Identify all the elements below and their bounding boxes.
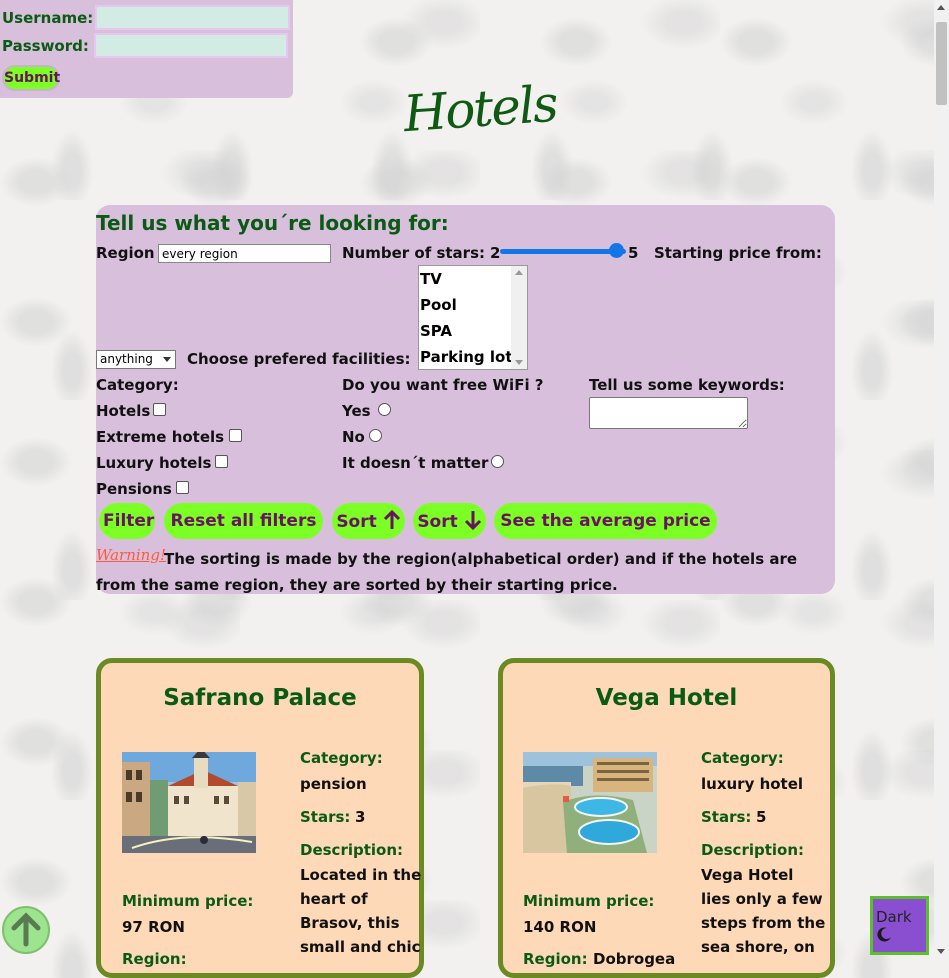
price-select-value: anything bbox=[100, 352, 153, 366]
stars-value: 5 bbox=[756, 808, 767, 826]
keywords-label: Tell us some keywords: bbox=[589, 376, 785, 394]
wifi-option-label: It doesn´t matter bbox=[342, 454, 489, 472]
scroll-down-arrow-icon[interactable] bbox=[937, 949, 945, 954]
keywords-textarea[interactable] bbox=[589, 397, 748, 429]
wifi-label: Do you want free WiFi ? bbox=[342, 376, 544, 394]
dark-mode-label: Dark bbox=[876, 907, 912, 926]
chevron-down-icon bbox=[163, 357, 171, 362]
hotels-checkbox[interactable] bbox=[153, 403, 166, 416]
stars-label: Stars: bbox=[701, 808, 752, 826]
region-value: Dobrogea bbox=[593, 950, 676, 968]
sort-ascending-label: Sort bbox=[336, 512, 377, 532]
facilities-listbox[interactable]: TV Pool SPA Parking lot bbox=[418, 265, 528, 370]
listbox-scrollbar[interactable] bbox=[511, 266, 527, 369]
hotel-photo bbox=[523, 752, 657, 853]
arrow-down-icon bbox=[464, 511, 481, 531]
filter-heading: Tell us what you´re looking for: bbox=[96, 211, 449, 235]
min-price-value: 97 RON bbox=[122, 918, 185, 936]
submit-button[interactable]: Submit bbox=[2, 65, 60, 91]
dark-mode-button[interactable]: Dark bbox=[870, 896, 929, 955]
stars-label: Number of stars: bbox=[342, 244, 485, 262]
average-price-button[interactable]: See the average price bbox=[494, 503, 717, 539]
facilities-label: Choose prefered facilities: bbox=[187, 350, 411, 368]
price-label: Starting price from: bbox=[654, 244, 822, 262]
region-input[interactable] bbox=[158, 244, 331, 263]
scroll-to-top-button[interactable] bbox=[2, 906, 50, 954]
extreme-hotels-checkbox[interactable] bbox=[229, 429, 242, 442]
description-label: Description: bbox=[701, 841, 805, 859]
price-select[interactable]: anything bbox=[96, 350, 176, 369]
pensions-checkbox[interactable] bbox=[176, 481, 189, 494]
luxury-hotels-checkbox[interactable] bbox=[215, 455, 228, 468]
hotel-name: Vega Hotel bbox=[595, 685, 738, 711]
scroll-up-arrow-icon[interactable] bbox=[515, 270, 523, 275]
region-label: Region: bbox=[122, 950, 187, 968]
sort-descending-label: Sort bbox=[417, 512, 458, 532]
stars-max-value: 5 bbox=[628, 244, 639, 262]
slider-thumb[interactable] bbox=[608, 243, 624, 258]
password-input[interactable] bbox=[94, 33, 288, 58]
hotel-name: Safrano Palace bbox=[163, 685, 357, 711]
description-text: Located in the heart of Brasov, this sma… bbox=[300, 866, 422, 956]
hotel-card: Safrano Palace Category: pension Stars: … bbox=[96, 658, 424, 978]
page-scrollbar[interactable] bbox=[934, 0, 949, 959]
warning-text: The sorting is made by the region(alphab… bbox=[96, 550, 798, 594]
scrollbar-thumb[interactable] bbox=[936, 22, 947, 105]
sort-ascending-button[interactable]: Sort bbox=[332, 503, 405, 539]
wifi-no-radio[interactable] bbox=[369, 429, 382, 442]
category-label: Category: bbox=[96, 376, 179, 394]
category-option-label: Luxury hotels bbox=[96, 454, 212, 472]
slider-track bbox=[500, 249, 626, 254]
wifi-yes-radio[interactable] bbox=[378, 403, 391, 416]
wifi-option-label: No bbox=[342, 428, 365, 446]
category-option-label: Hotels bbox=[96, 402, 151, 420]
category-value: pension bbox=[300, 775, 367, 793]
category-value: luxury hotel bbox=[701, 775, 804, 793]
category-label: Category: bbox=[701, 749, 784, 767]
category-option-label: Extreme hotels bbox=[96, 428, 225, 446]
scroll-down-arrow-icon[interactable] bbox=[515, 360, 523, 365]
stars-slider[interactable] bbox=[500, 243, 626, 259]
stars-value: 3 bbox=[355, 808, 366, 826]
category-option-label: Pensions bbox=[96, 480, 172, 498]
wifi-option-label: Yes bbox=[342, 402, 371, 420]
username-input[interactable] bbox=[95, 5, 290, 30]
password-label: Password: bbox=[2, 37, 89, 55]
reset-filters-button[interactable]: Reset all filters bbox=[164, 503, 323, 539]
category-label: Category: bbox=[300, 749, 383, 767]
description-label: Description: bbox=[300, 841, 404, 859]
filter-button[interactable]: Filter bbox=[99, 503, 155, 539]
description-text: Vega Hotel lies only a few steps from th… bbox=[701, 866, 826, 956]
stars-label: Stars: bbox=[300, 808, 351, 826]
min-price-label: Minimum price: bbox=[523, 892, 655, 910]
arrow-up-icon bbox=[11, 912, 41, 947]
min-price-label: Minimum price: bbox=[122, 892, 254, 910]
sort-descending-button[interactable]: Sort bbox=[413, 503, 486, 539]
moon-icon bbox=[877, 927, 891, 942]
wifi-doesnt-matter-radio[interactable] bbox=[491, 455, 504, 468]
page-title: Hotels bbox=[401, 74, 559, 144]
username-label: Username: bbox=[2, 9, 94, 27]
region-label: Region: bbox=[523, 950, 588, 968]
arrow-up-icon bbox=[383, 509, 400, 529]
filter-panel: Tell us what you´re looking for: Region … bbox=[96, 205, 835, 594]
hotel-photo bbox=[122, 752, 256, 853]
login-panel: Username: Password: Submit bbox=[0, 0, 293, 98]
region-label: Region bbox=[96, 244, 155, 262]
min-price-value: 140 RON bbox=[523, 918, 597, 936]
hotel-card: Vega Hotel Category: luxury hotel Stars:… bbox=[498, 658, 835, 978]
warning-label: Warning! bbox=[96, 546, 166, 564]
stars-min-value: 2 bbox=[490, 244, 501, 262]
scroll-up-arrow-icon[interactable] bbox=[937, 5, 945, 10]
